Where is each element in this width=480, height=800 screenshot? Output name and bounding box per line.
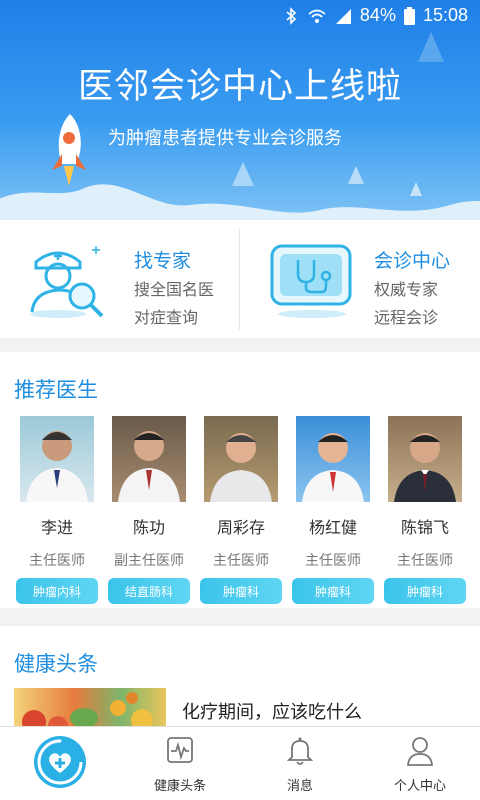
doctor-photo: [296, 416, 370, 502]
consultation-center-title: 会诊中心: [374, 250, 451, 272]
consultation-center-desc-2: 远程会诊: [374, 308, 439, 327]
triangle-decoration: [410, 182, 422, 196]
doctor-name: 陈功: [132, 518, 165, 537]
doctor-card[interactable]: 李进 主任医师 肿瘤内科: [16, 416, 98, 604]
person-icon: [407, 737, 433, 766]
bell-icon: [286, 737, 314, 765]
doctor-search-icon: [30, 246, 104, 318]
pulse-monitor-icon: [167, 737, 193, 763]
doctor-title: 主任医师: [397, 553, 453, 569]
nav-label: 个人中心: [393, 779, 446, 794]
health-news-title: 健康头条: [14, 652, 98, 676]
doctor-dept-tag[interactable]: 肿瘤内科: [16, 578, 98, 604]
doctor-name: 陈锦飞: [400, 518, 449, 537]
nav-messages[interactable]: 消息: [240, 727, 360, 800]
find-expert-title: 找专家: [134, 250, 192, 272]
health-news-section: 健康头条 化疗期间，应该吃什么: [0, 626, 480, 736]
doctor-photo: [20, 416, 94, 502]
doctor-dept-tag[interactable]: 结直肠科: [108, 578, 190, 604]
doctor-card[interactable]: 周彩存 主任医师 肿瘤科: [200, 416, 282, 604]
nav-profile[interactable]: 个人中心: [360, 727, 480, 800]
wifi-icon: [308, 9, 326, 23]
clock: 15:08: [422, 5, 468, 25]
banner[interactable]: 医邻会诊中心上线啦 为肿瘤患者提供专业会诊服务: [0, 0, 480, 220]
doctor-title: 主任医师: [305, 553, 361, 569]
battery-icon: [403, 6, 415, 25]
nav-label: 健康头条: [153, 779, 206, 794]
doctor-dept-tag[interactable]: 肿瘤科: [384, 578, 466, 604]
doctor-dept-tag[interactable]: 肿瘤科: [200, 578, 282, 604]
find-expert-desc-1: 搜全国名医: [134, 280, 215, 299]
nav-health-news[interactable]: 健康头条: [120, 727, 240, 800]
banner-subtitle: 为肿瘤患者提供专业会诊服务: [108, 128, 342, 149]
doctor-name: 李进: [40, 518, 73, 537]
doctor-name: 周彩存: [216, 518, 265, 537]
find-expert-desc-2: 对症查询: [134, 308, 199, 327]
doctor-photo: [112, 416, 186, 502]
doctor-card[interactable]: 陈功 副主任医师 结直肠科: [108, 416, 190, 604]
consultation-center-card[interactable]: 会诊中心 权威专家 远程会诊: [240, 220, 480, 338]
nav-label: 消息: [286, 779, 313, 794]
doctor-title: 副主任医师: [114, 553, 184, 569]
signal-icon: [335, 8, 351, 24]
status-bar: 84% 15:08: [0, 0, 480, 32]
doctor-list: 李进 主任医师 肿瘤内科 陈功 副主任医师 结直肠科 周彩存 主任医师 肿瘤科 …: [16, 416, 466, 604]
triangle-decoration: [348, 166, 364, 184]
doctor-card[interactable]: 陈锦飞 主任医师 肿瘤科: [384, 416, 466, 604]
doctor-card[interactable]: 杨红健 主任医师 肿瘤科: [292, 416, 374, 604]
recommended-doctors-title: 推荐医生: [14, 378, 98, 402]
quick-entry-panel: 找专家 搜全国名医 对症查询 会诊中心 权威专家 远程会诊: [0, 220, 480, 338]
rocket-icon: [52, 114, 86, 186]
doctor-title: 主任医师: [213, 553, 269, 569]
doctor-photo: [204, 416, 278, 502]
recommended-doctors-section: 推荐医生 李进 主任医师 肿瘤内科 陈功 副主任医师 结直肠科 周彩存 主任医师…: [0, 352, 480, 608]
consultation-center-desc-1: 权威专家: [374, 280, 439, 299]
doctor-photo: [388, 416, 462, 502]
bluetooth-icon: [286, 6, 297, 25]
doctor-dept-tag[interactable]: 肿瘤科: [292, 578, 374, 604]
bottom-nav: 健康头条 消息 个人中心: [0, 726, 480, 800]
home-heart-icon: [34, 736, 86, 788]
banner-title: 医邻会诊中心上线啦: [77, 67, 402, 107]
nav-home[interactable]: [0, 727, 120, 800]
triangle-decoration: [232, 162, 254, 186]
stethoscope-monitor-icon: [270, 244, 352, 318]
find-expert-card[interactable]: 找专家 搜全国名医 对症查询: [0, 220, 240, 338]
doctor-name: 杨红健: [308, 518, 357, 537]
doctor-title: 主任医师: [29, 553, 85, 569]
battery-percent: 84%: [359, 5, 396, 25]
